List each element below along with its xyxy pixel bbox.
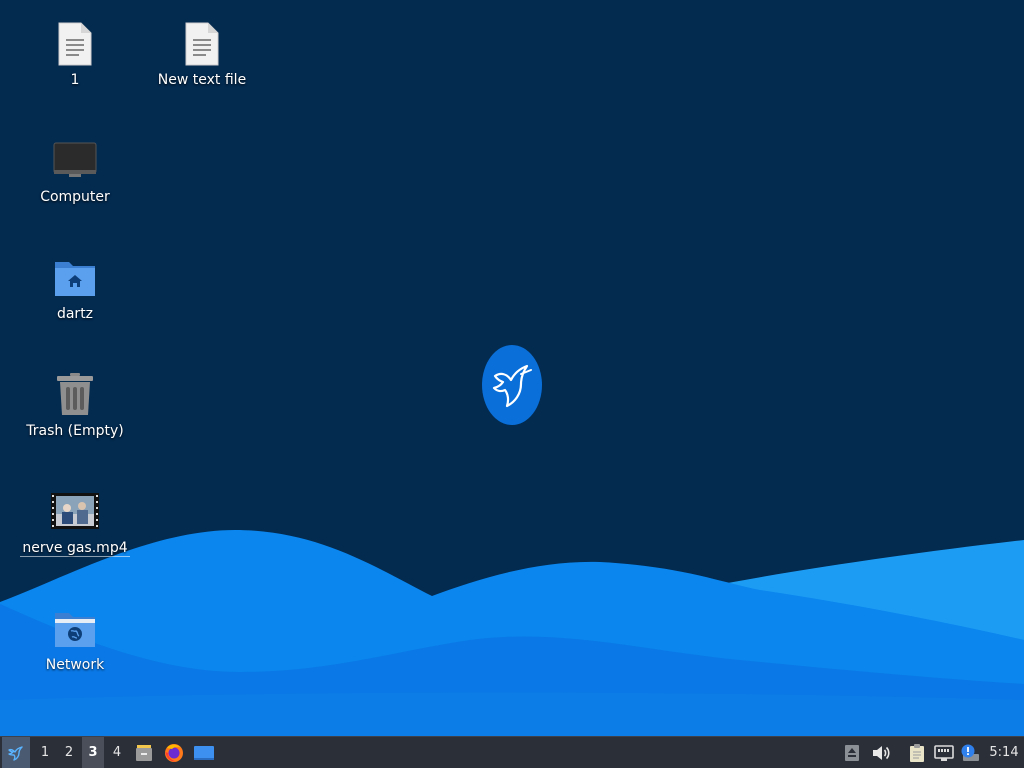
- text-file-icon: [178, 20, 226, 68]
- workspace-4[interactable]: 4: [106, 737, 128, 768]
- workspace-3[interactable]: 3: [82, 737, 104, 768]
- show-desktop-icon[interactable]: [192, 737, 216, 768]
- home-folder-icon: [51, 254, 99, 302]
- desktop-icon-label: Trash (Empty): [26, 423, 124, 439]
- desktop-icon-label: dartz: [56, 306, 94, 322]
- hummingbird-logo: [482, 345, 542, 425]
- update-notifier-icon[interactable]: [959, 737, 981, 768]
- monitor-icon: [51, 137, 99, 185]
- hummingbird-menu-icon[interactable]: [2, 737, 30, 768]
- desktop-icon-label: New text file: [157, 72, 247, 88]
- desktop-icon-computer[interactable]: Computer: [15, 137, 135, 205]
- desktop-icon-dartz[interactable]: dartz: [15, 254, 135, 322]
- desktop-icon-file-1[interactable]: 1: [15, 20, 135, 88]
- network-folder-icon: [51, 605, 99, 653]
- desktop-icon-network[interactable]: Network: [15, 605, 135, 673]
- desktop[interactable]: 1 New text file Computer dartz Trash (Em…: [0, 0, 1024, 736]
- file-manager-icon[interactable]: [132, 737, 156, 768]
- desktop-icon-nerve-gas-video[interactable]: nerve gas.mp4: [15, 488, 135, 557]
- text-file-icon: [51, 20, 99, 68]
- network-wired-icon[interactable]: [932, 737, 956, 768]
- desktop-icon-label: nerve gas.mp4: [20, 540, 130, 557]
- clipboard-icon[interactable]: [906, 737, 928, 768]
- workspace-1[interactable]: 1: [34, 737, 56, 768]
- volume-icon[interactable]: [869, 737, 893, 768]
- desktop-icon-label: Network: [45, 657, 105, 673]
- taskbar: 1 2 3 4 5:14: [0, 736, 1024, 768]
- firefox-icon[interactable]: [162, 737, 186, 768]
- trash-icon: [51, 371, 99, 419]
- desktop-icon-label: Computer: [40, 189, 110, 205]
- desktop-icon-new-text-file[interactable]: New text file: [142, 20, 262, 88]
- eject-icon[interactable]: [842, 737, 862, 768]
- video-thumbnail-icon: [51, 488, 99, 536]
- desktop-icon-trash[interactable]: Trash (Empty): [15, 371, 135, 439]
- desktop-icon-label: 1: [70, 72, 80, 88]
- workspace-2[interactable]: 2: [58, 737, 80, 768]
- clock[interactable]: 5:14: [986, 737, 1022, 768]
